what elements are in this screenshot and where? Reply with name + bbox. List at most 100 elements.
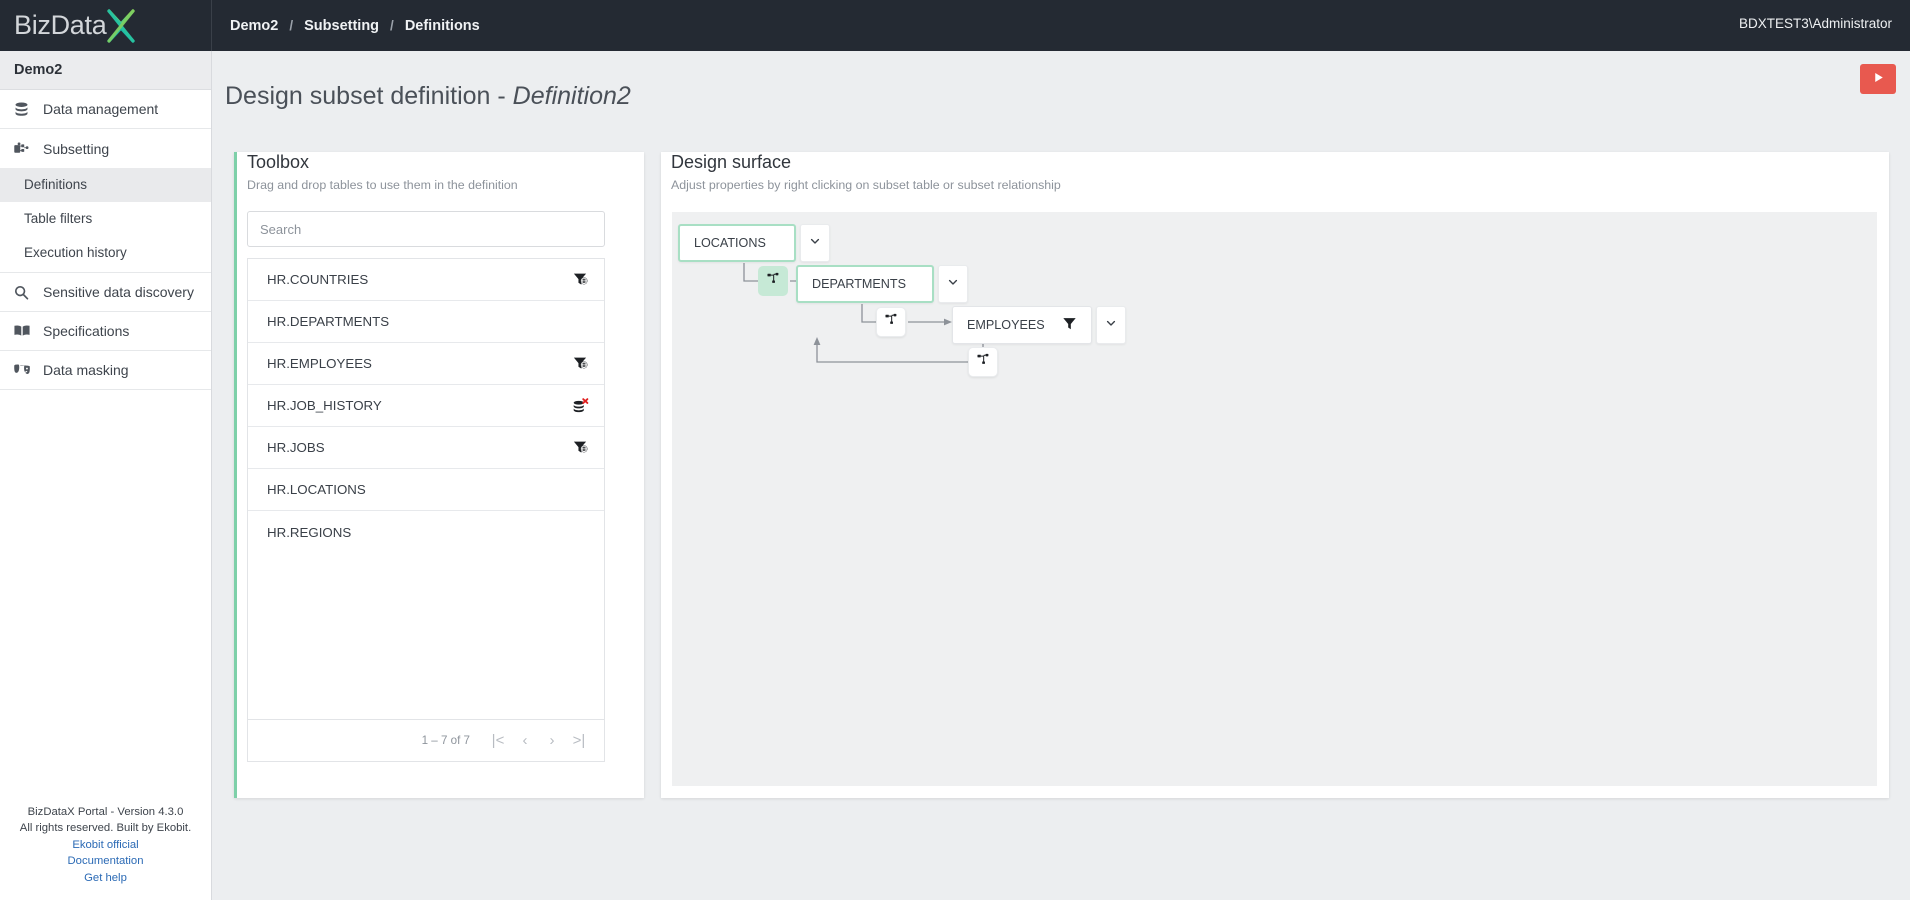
subset-table-node-locations[interactable]: LOCATIONS (678, 224, 830, 262)
no-icon (570, 312, 590, 332)
filter-globe-icon[interactable] (570, 270, 590, 290)
sidebar-context-title: Demo2 (0, 51, 211, 90)
node-label: DEPARTMENTS (812, 277, 906, 291)
breadcrumb-item-0[interactable]: Demo2 (230, 18, 278, 34)
relationship-icon (884, 313, 898, 331)
list-item[interactable]: HR.LOCATIONS (248, 469, 604, 511)
sidebar-item-data-masking[interactable]: Data masking (0, 351, 211, 390)
list-item[interactable]: HR.JOB_HISTORY (248, 385, 604, 427)
sidebar-subitem-label: Definitions (24, 177, 88, 192)
filter-globe-icon[interactable] (570, 354, 590, 374)
sidebar-item-label: Specifications (43, 323, 130, 339)
sidebar-item-table-filters[interactable]: Table filters (0, 202, 211, 236)
run-icon (1872, 71, 1885, 87)
sidebar-subgroup-subsetting: Definitions Table filters Execution hist… (0, 168, 211, 273)
footer-rights: All rights reserved. Built by Ekobit. (19, 822, 192, 834)
logo-text: BizData (14, 10, 107, 40)
sidebar-item-specifications[interactable]: Specifications (0, 312, 211, 351)
node-locations-box[interactable]: LOCATIONS (678, 224, 796, 262)
sidebar-item-label: Data management (43, 101, 159, 117)
page-title-prefix: Design subset definition - (225, 81, 513, 110)
breadcrumb-item-2[interactable]: Definitions (405, 18, 480, 34)
list-item[interactable]: HR.REGIONS (248, 511, 604, 553)
database-excluded-icon[interactable] (570, 396, 590, 416)
top-bar: BizData Demo2 / Subsetting / Definitions… (0, 0, 1910, 51)
run-button[interactable] (1860, 64, 1896, 94)
sidebar-subitem-label: Execution history (24, 245, 127, 260)
design-surface-header: Design surface Adjust properties by righ… (671, 152, 1061, 192)
sidebar-footer: BizDataX Portal - Version 4.3.0 All righ… (0, 804, 211, 887)
relationship-icon (976, 353, 990, 371)
sidebar-item-execution-history[interactable]: Execution history (0, 236, 211, 270)
node-employees-dropdown[interactable] (1096, 306, 1126, 344)
subset-relationship-departments-employees[interactable] (876, 307, 906, 337)
previous-page-button[interactable]: ‹ (514, 730, 536, 752)
design-surface-subtitle: Adjust properties by right clicking on s… (671, 178, 1061, 192)
toolbox-title: Toolbox (247, 152, 310, 172)
subset-table-node-employees[interactable]: EMPLOYEES (952, 306, 1126, 344)
chevron-down-icon (1105, 316, 1117, 334)
toolbox-subtitle: Drag and drop tables to use them in the … (247, 178, 518, 192)
table-name: HR.JOB_HISTORY (267, 398, 382, 413)
node-employees-box[interactable]: EMPLOYEES (952, 306, 1092, 344)
sidebar-item-data-management[interactable]: Data management (0, 90, 211, 129)
breadcrumb-separator: / (289, 18, 294, 33)
table-name: HR.DEPARTMENTS (267, 314, 390, 329)
filter-globe-icon[interactable] (570, 438, 590, 458)
masks-icon (11, 360, 32, 381)
table-name: HR.REGIONS (267, 524, 352, 540)
page-title-definition-name: Definition2 (512, 81, 631, 110)
no-icon (570, 522, 590, 542)
footer-link-get-help[interactable]: Get help (0, 870, 211, 887)
footer-link-documentation[interactable]: Documentation (0, 853, 211, 870)
sidebar-item-label: Subsetting (43, 140, 110, 157)
node-departments-box[interactable]: DEPARTMENTS (796, 265, 934, 303)
page-title: Design subset definition - Definition2 (225, 82, 631, 111)
toolbox-header: Toolbox Drag and drop tables to use them… (247, 152, 518, 192)
sidebar-item-definitions[interactable]: Definitions (0, 168, 211, 202)
search-icon (11, 282, 32, 303)
sidebar-item-sensitive-data-discovery[interactable]: Sensitive data discovery (0, 273, 211, 312)
main-content: Design subset definition - Definition2 T… (212, 51, 1910, 900)
table-name: HR.JOBS (267, 440, 325, 455)
footer-link-ekobit-official[interactable]: Ekobit official (0, 837, 211, 854)
design-surface-title: Design surface (671, 152, 792, 172)
node-departments-dropdown[interactable] (938, 265, 968, 303)
design-canvas[interactable]: LOCATIONS DEPARTMENTS EMPLOYEES (672, 212, 1877, 786)
breadcrumb-separator: / (390, 18, 394, 33)
sidebar-item-subsetting[interactable]: Subsetting (0, 129, 211, 168)
sidebar-item-label: Data masking (43, 362, 129, 378)
toolbox-table-list: HR.COUNTRIES HR.DEPARTMENTS HR.EMPLOYEES… (247, 258, 605, 720)
pagination-buttons: |< ‹ › >| (487, 730, 590, 752)
sidebar: Demo2 Data management Subsetting Definit… (0, 51, 212, 900)
list-item[interactable]: HR.JOBS (248, 427, 604, 469)
node-label: EMPLOYEES (967, 318, 1045, 332)
next-page-button[interactable]: › (541, 730, 563, 752)
node-label: LOCATIONS (694, 236, 766, 250)
node-locations-dropdown[interactable] (800, 224, 830, 262)
design-surface-panel: Design surface Adjust properties by righ… (661, 152, 1889, 798)
breadcrumb-item-1[interactable]: Subsetting (304, 18, 379, 34)
list-item[interactable]: HR.COUNTRIES (248, 259, 604, 301)
chevron-down-icon (947, 275, 959, 293)
subset-table-node-departments[interactable]: DEPARTMENTS (796, 265, 968, 303)
user-account-label[interactable]: BDXTEST3\Administrator (1739, 16, 1892, 31)
filter-icon[interactable] (1062, 316, 1077, 334)
book-icon (11, 321, 32, 342)
app-logo[interactable]: BizData (0, 0, 212, 51)
subset-relationship-locations-departments[interactable] (758, 266, 788, 296)
first-page-button[interactable]: |< (487, 730, 509, 752)
last-page-button[interactable]: >| (568, 730, 590, 752)
breadcrumb: Demo2 / Subsetting / Definitions (230, 18, 480, 34)
list-item[interactable]: HR.DEPARTMENTS (248, 301, 604, 343)
table-name: HR.LOCATIONS (267, 482, 366, 497)
subset-relationship-employees-departments[interactable] (968, 347, 998, 377)
sidebar-subitem-label: Table filters (24, 211, 93, 226)
x-logo-icon (101, 5, 141, 47)
search-input[interactable] (247, 211, 605, 247)
no-icon (570, 480, 590, 500)
pagination-range-label: 1 – 7 of 7 (421, 734, 470, 747)
list-item[interactable]: HR.EMPLOYEES (248, 343, 604, 385)
table-name: HR.EMPLOYEES (267, 356, 372, 371)
subsetting-icon (11, 138, 32, 159)
